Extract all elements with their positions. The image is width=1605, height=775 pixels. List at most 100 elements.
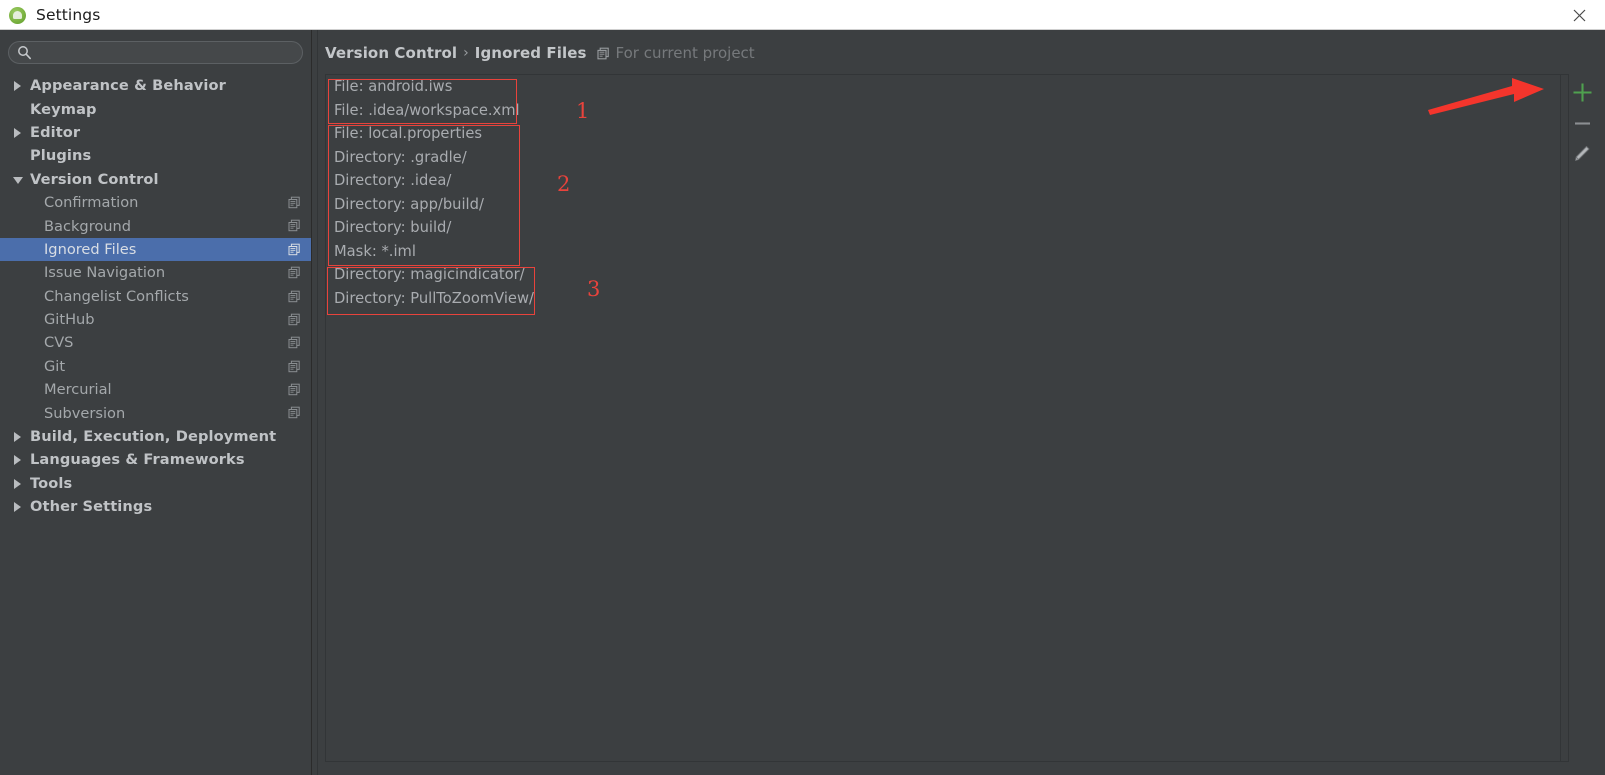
sidebar-item-label: Background (44, 217, 132, 235)
close-button[interactable] (1553, 0, 1605, 30)
sidebar-item-mercurial[interactable]: Mercurial (0, 378, 311, 401)
ignored-file-label: File: android.iws (334, 78, 453, 96)
remove-button[interactable] (1561, 108, 1604, 138)
sidebar-item-editor[interactable]: Editor (0, 121, 311, 144)
plus-icon (1573, 83, 1592, 101)
search-box[interactable] (8, 41, 303, 64)
sidebar-item-version-control[interactable]: Version Control (0, 168, 311, 191)
sidebar-item-label: Changelist Conflicts (44, 287, 189, 305)
ignored-file-row[interactable]: Directory: app/build/ (326, 193, 1568, 217)
chevron-right-icon[interactable] (13, 454, 24, 466)
sidebar-item-keymap[interactable]: Keymap (0, 97, 311, 120)
sidebar-item-label: CVS (44, 334, 74, 352)
ignored-file-label: Directory: PullToZoomView/ (334, 289, 534, 307)
sidebar-item-label: Plugins (30, 147, 92, 165)
sidebar-item-build-execution-deployment[interactable]: Build, Execution, Deployment (0, 425, 311, 448)
sidebar-item-git[interactable]: Git (0, 355, 311, 378)
sidebar-item-label: Ignored Files (44, 240, 137, 258)
chevron-down-icon[interactable] (13, 174, 24, 185)
chevron-right-icon[interactable] (13, 501, 24, 513)
add-button[interactable] (1561, 77, 1604, 107)
breadcrumb-separator: › (463, 45, 469, 61)
sidebar-item-label: Issue Navigation (44, 264, 166, 282)
project-scope-icon (288, 360, 300, 372)
ignored-file-label: Directory: magicindicator/ (334, 266, 525, 284)
ignored-file-label: Directory: .gradle/ (334, 148, 467, 166)
ignored-file-label: File: local.properties (334, 125, 483, 143)
close-icon (1573, 9, 1585, 21)
project-scope-icon (288, 196, 300, 209)
ignored-file-row[interactable]: File: android.iws (326, 75, 1568, 99)
ignored-file-label: File: .idea/workspace.xml (334, 101, 520, 119)
chevron-right-icon[interactable] (13, 478, 24, 489)
sidebar-item-label: GitHub (44, 311, 95, 329)
sidebar-item-background[interactable]: Background (0, 214, 311, 237)
sidebar-item-ignored-files[interactable]: Ignored Files (0, 237, 311, 262)
ignored-file-row[interactable]: Directory: .gradle/ (326, 146, 1568, 170)
ignored-file-row[interactable]: File: local.properties (326, 122, 1568, 146)
sidebar-item-label: Build, Execution, Deployment (30, 428, 277, 446)
search-input[interactable] (8, 41, 303, 64)
pencil-icon (1575, 145, 1590, 161)
chevron-right-icon[interactable] (13, 80, 24, 92)
ignored-files-list[interactable]: File: android.iws File: .idea/workspace.x… (325, 74, 1569, 762)
sidebar-item-other-settings[interactable]: Other Settings (0, 495, 311, 518)
ignored-file-label: Directory: app/build/ (334, 195, 484, 213)
sidebar-item-appearance-behavior[interactable]: Appearance & Behavior (0, 74, 311, 97)
breadcrumb: Version Control › Ignored Files For curr… (325, 44, 755, 62)
settings-sidebar: Appearance & Behavior Keymap Editor Plugins… (0, 30, 311, 775)
project-scope-icon (288, 243, 300, 255)
breadcrumb-current: Ignored Files (474, 44, 587, 62)
sidebar-item-label: Languages & Frameworks (30, 451, 245, 469)
no-arrow-spacer (13, 104, 24, 115)
ignored-file-label: Directory: .idea/ (334, 172, 452, 190)
title-bar: Settings (0, 0, 1605, 30)
window-title: Settings (36, 6, 101, 24)
sidebar-item-languages-frameworks[interactable]: Languages & Frameworks (0, 448, 311, 471)
sidebar-divider (311, 30, 312, 775)
ignored-file-row[interactable]: Directory: magicindicator/ (326, 263, 1568, 287)
sidebar-item-label: Tools (30, 474, 73, 492)
project-scope-icon (288, 220, 300, 232)
android-studio-icon (9, 6, 26, 24)
sidebar-item-label: Mercurial (44, 381, 112, 399)
sidebar-item-tools[interactable]: Tools (0, 472, 311, 495)
sidebar-item-confirmation[interactable]: Confirmation (0, 191, 311, 214)
sidebar-item-label: Other Settings (30, 498, 153, 516)
sidebar-item-changelist-conflicts[interactable]: Changelist Conflicts (0, 285, 311, 308)
ignored-file-row[interactable]: Directory: PullToZoomView/ (326, 287, 1568, 311)
project-scope-icon (288, 383, 300, 396)
sidebar-item-label: Editor (30, 123, 81, 141)
sidebar-item-issue-navigation[interactable]: Issue Navigation (0, 261, 311, 284)
edit-button[interactable] (1561, 138, 1604, 168)
project-scope-icon (288, 313, 300, 326)
project-scope-icon (288, 336, 300, 349)
ignored-file-row[interactable]: Directory: .idea/ (326, 169, 1568, 193)
sidebar-item-plugins[interactable]: Plugins (0, 144, 311, 167)
sidebar-item-label: Keymap (30, 100, 97, 118)
ignored-file-label: Directory: build/ (334, 219, 452, 237)
chevron-right-icon[interactable] (13, 127, 24, 138)
minus-icon (1575, 121, 1590, 125)
ignored-file-row[interactable]: File: .idea/workspace.xml (326, 99, 1568, 123)
ignored-file-row[interactable]: Directory: build/ (326, 216, 1568, 240)
breadcrumb-parent[interactable]: Version Control (325, 44, 457, 62)
scope-note: For current project (615, 44, 755, 62)
chevron-right-icon[interactable] (13, 431, 24, 443)
ignored-file-label: Mask: *.iml (334, 242, 416, 260)
sidebar-item-label: Version Control (30, 170, 159, 188)
sidebar-item-subversion[interactable]: Subversion (0, 401, 311, 424)
sidebar-item-github[interactable]: GitHub (0, 308, 311, 331)
project-scope-icon (596, 47, 609, 59)
sidebar-item-label: Git (44, 357, 66, 375)
content-panel: Version Control › Ignored Files For curr… (318, 30, 1605, 775)
sidebar-item-label: Appearance & Behavior (30, 77, 226, 95)
sidebar-item-cvs[interactable]: CVS (0, 331, 311, 354)
settings-tree: Appearance & Behavior Keymap Editor Plugins… (0, 74, 311, 518)
sidebar-item-label: Subversion (44, 404, 126, 422)
no-arrow-spacer (13, 150, 24, 161)
sidebar-item-label: Confirmation (44, 194, 139, 212)
project-scope-icon (288, 290, 300, 302)
project-scope-icon (288, 266, 300, 279)
ignored-file-row[interactable]: Mask: *.iml (326, 240, 1568, 264)
